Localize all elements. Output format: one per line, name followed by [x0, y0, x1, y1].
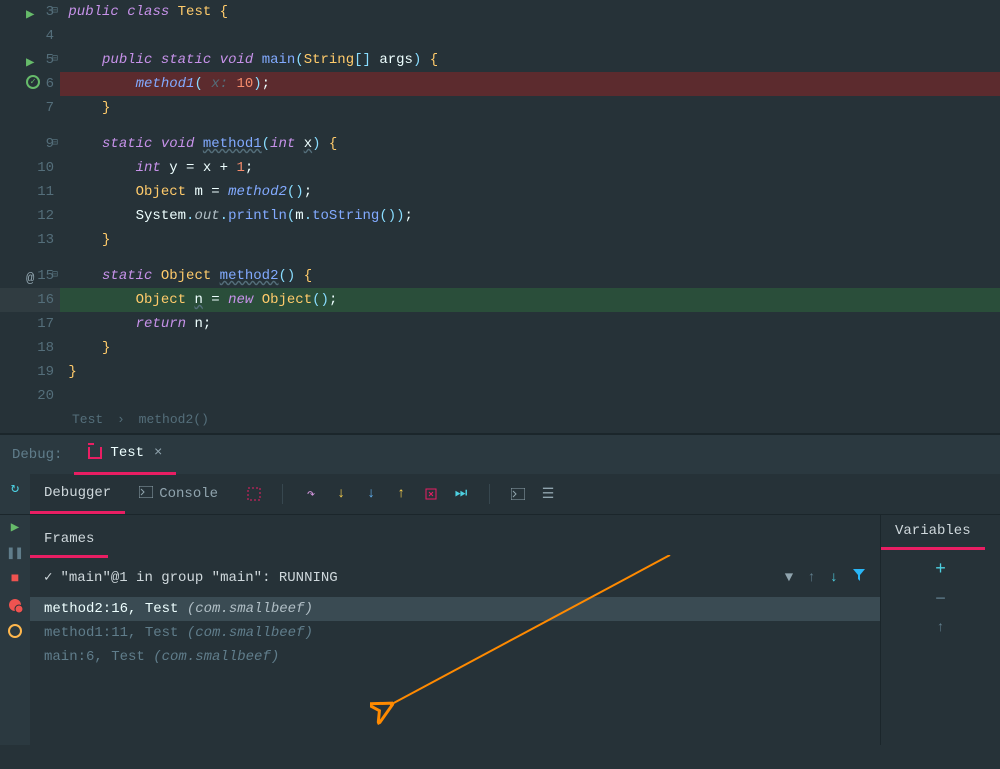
breakpoint-pass-icon[interactable]: ✓ [26, 75, 40, 89]
close-icon[interactable]: × [154, 445, 162, 461]
dropdown-icon[interactable]: ▼ [785, 570, 793, 586]
line-number: 18 [37, 340, 54, 356]
trace-icon[interactable]: ☰ [540, 486, 556, 502]
step-out-icon[interactable]: ↑ [393, 486, 409, 502]
line-number: 10 [37, 160, 54, 176]
variables-panel: Variables + − ↑ [880, 515, 1000, 745]
stack-frame[interactable]: method1:11, Test (com.smallbeef) [30, 621, 880, 645]
evaluate-icon[interactable] [510, 486, 526, 502]
frames-tab[interactable]: Frames [30, 523, 108, 558]
step-over-icon[interactable]: ↷ [303, 486, 319, 502]
console-icon [139, 486, 153, 503]
code-area[interactable]: ⊟ public class Test { ⊟ public static vo… [60, 0, 1000, 408]
drop-frame-icon[interactable] [423, 486, 439, 502]
threads-icon[interactable] [246, 486, 262, 502]
thread-selector[interactable]: ✓ "main"@1 in group "main": RUNNING ▼ ↑ … [30, 558, 880, 597]
debug-config-tab[interactable]: Test × [74, 435, 176, 475]
debug-label: Debug: [0, 447, 74, 463]
line-number: 6 [46, 76, 54, 92]
debug-side-actions-2: ▶ ❚❚ ■ [0, 515, 30, 745]
frames-list[interactable]: method2:16, Test (com.smallbeef) method1… [30, 597, 880, 669]
debug-toolbar: ↻ Debugger Console ↷ ↓ ↓ ↑ ⏭ ☰ [0, 474, 1000, 515]
pause-icon[interactable]: ❚❚ [7, 545, 23, 561]
line-number: 19 [37, 364, 54, 380]
rerun-icon[interactable]: ↻ [7, 480, 23, 496]
chevron-right-icon: › [117, 412, 125, 427]
debug-tab-bar: Debug: Test × [0, 434, 1000, 474]
new-watch-icon[interactable]: + [935, 560, 946, 580]
filter-icon[interactable] [852, 568, 866, 587]
tab-label: Test [110, 445, 144, 461]
mute-breakpoints-icon[interactable] [7, 623, 23, 639]
line-number: 17 [37, 316, 54, 332]
variables-tab[interactable]: Variables [881, 515, 985, 550]
debug-side-actions: ↻ [0, 474, 30, 514]
move-up-icon[interactable]: ↑ [936, 620, 944, 636]
frames-panel: Frames ✓ "main"@1 in group "main": RUNNI… [30, 515, 880, 745]
prev-frame-icon[interactable]: ↑ [807, 570, 815, 586]
line-number: 16 [37, 292, 54, 308]
tab-console[interactable]: Console [125, 474, 232, 514]
breadcrumb-method[interactable]: method2() [139, 412, 209, 427]
stack-frame[interactable]: main:6, Test (com.smallbeef) [30, 645, 880, 669]
line-number: 13 [37, 232, 54, 248]
line-number: 7 [46, 100, 54, 116]
gutter: 3 ▶ 4 5 ▶ 6 ✓ 7 9 10 11 12 13 15 @ 16 17… [0, 0, 60, 408]
line-number: 4 [46, 28, 54, 44]
check-icon: ✓ [44, 569, 52, 586]
stop-icon[interactable]: ■ [7, 571, 23, 587]
app-icon [88, 447, 102, 459]
code-editor[interactable]: 3 ▶ 4 5 ▶ 6 ✓ 7 9 10 11 12 13 15 @ 16 17… [0, 0, 1000, 408]
thread-label: "main"@1 in group "main": RUNNING [60, 570, 337, 586]
next-frame-icon[interactable]: ↓ [830, 570, 838, 586]
view-breakpoints-icon[interactable] [7, 597, 23, 613]
line-number: 20 [37, 388, 54, 404]
force-step-into-icon[interactable]: ↓ [363, 486, 379, 502]
breadcrumb-class[interactable]: Test [72, 412, 103, 427]
line-number: 11 [37, 184, 54, 200]
stack-frame[interactable]: method2:16, Test (com.smallbeef) [30, 597, 880, 621]
breadcrumb[interactable]: Test › method2() [0, 408, 1000, 434]
tab-debugger[interactable]: Debugger [30, 474, 125, 514]
step-into-icon[interactable]: ↓ [333, 486, 349, 502]
run-to-cursor-icon[interactable]: ⏭ [453, 486, 469, 502]
line-number: 12 [37, 208, 54, 224]
resume-icon[interactable]: ▶ [7, 519, 23, 535]
remove-watch-icon[interactable]: − [935, 590, 946, 610]
